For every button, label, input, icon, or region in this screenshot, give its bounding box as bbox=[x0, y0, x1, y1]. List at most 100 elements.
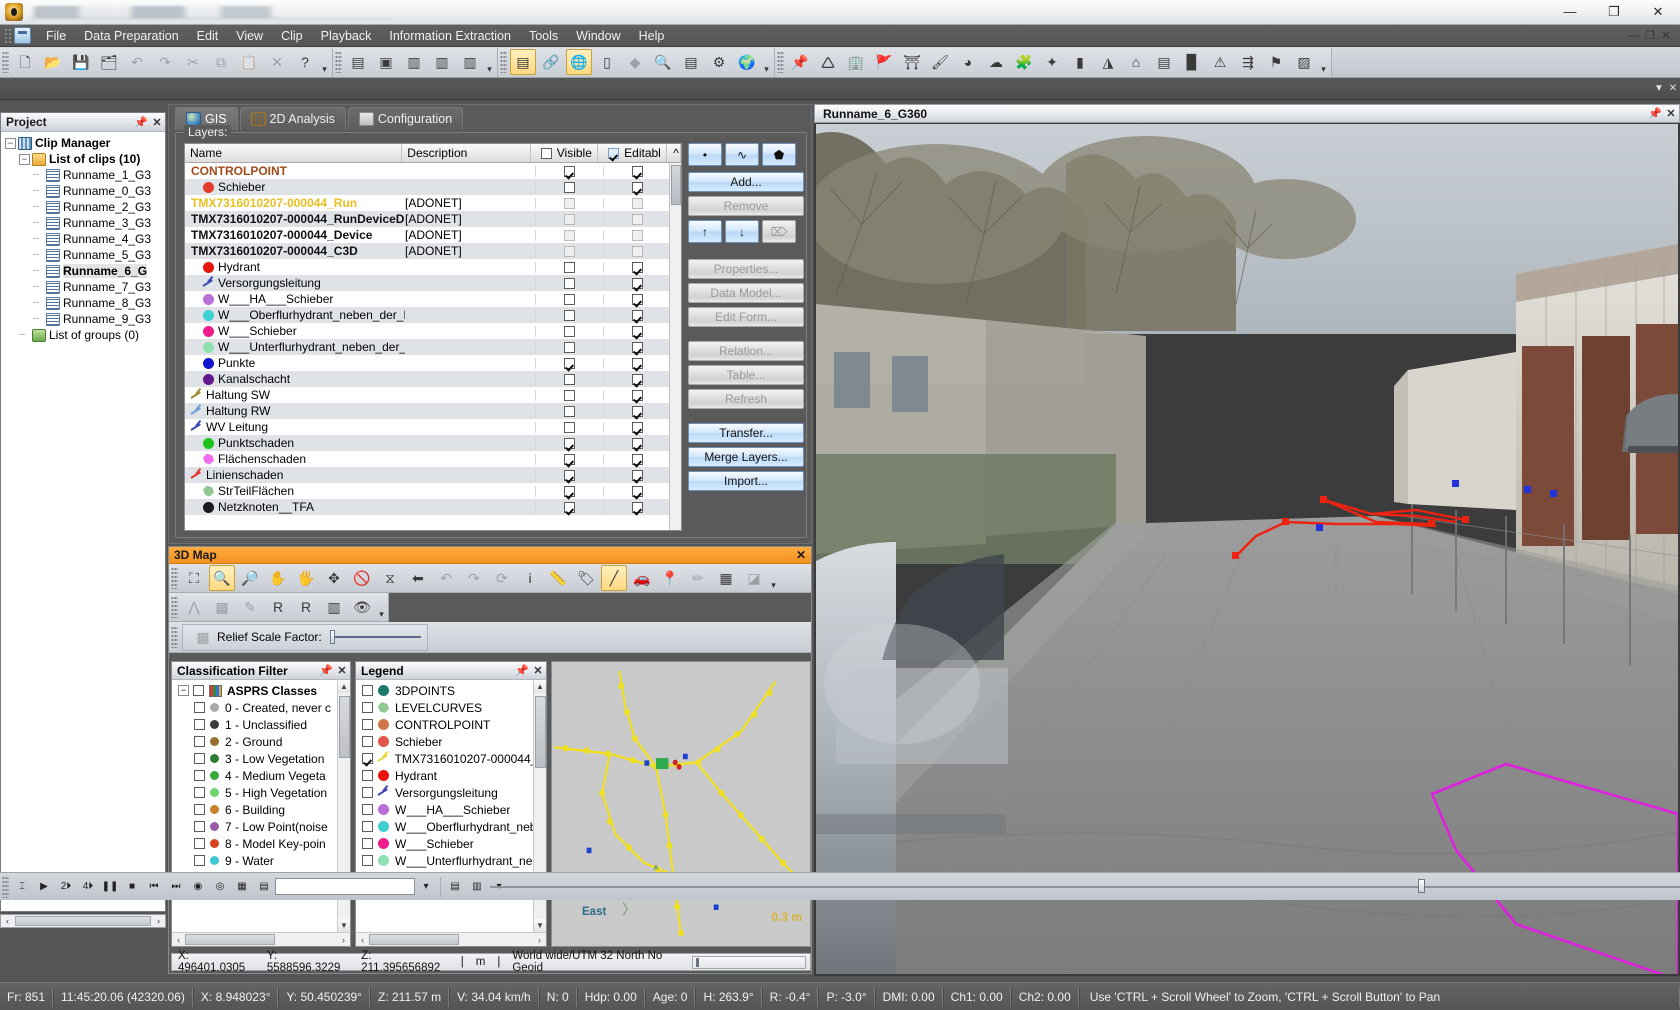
project-horizontal-scrollbar[interactable]: ‹ › bbox=[0, 914, 166, 928]
visible-checkbox[interactable] bbox=[564, 325, 575, 337]
layer-row[interactable]: Versorgungsleitung bbox=[185, 275, 681, 291]
classification-item[interactable]: 1 - Unclassified bbox=[172, 716, 350, 733]
layer-visible-cell[interactable] bbox=[535, 325, 603, 337]
playback-dropdown-icon[interactable]: ▾ bbox=[416, 877, 436, 897]
legend-item[interactable]: CONTROLPOINT bbox=[356, 716, 546, 733]
layer-editable-cell[interactable] bbox=[603, 165, 671, 177]
legend-item[interactable]: W___Unterflurhydrant_neb bbox=[356, 852, 546, 869]
tree-node-list-of-clips[interactable]: − List of clips (10) bbox=[1, 151, 165, 167]
strip-minimize-icon[interactable]: ▼ bbox=[1652, 83, 1666, 94]
tree-expander[interactable]: − bbox=[178, 685, 189, 696]
layer-visible-cell[interactable] bbox=[535, 309, 603, 321]
legend-checkbox[interactable] bbox=[362, 753, 373, 764]
fit-view-icon[interactable]: ⛶ bbox=[181, 565, 207, 591]
legend-item[interactable]: LEVELCURVES bbox=[356, 699, 546, 716]
classification-item[interactable]: 9 - Water bbox=[172, 852, 350, 869]
column-header-editable[interactable]: Editabl bbox=[598, 144, 668, 162]
map3d-viewport[interactable]: North East 0.3 m bbox=[551, 661, 811, 947]
legend-checkbox[interactable] bbox=[362, 804, 373, 815]
visible-checkbox[interactable] bbox=[564, 453, 575, 465]
info-icon[interactable]: i bbox=[517, 565, 543, 591]
open-folder-icon[interactable]: 📂 bbox=[40, 49, 66, 75]
tab-2d-analysis[interactable]: 2D Analysis bbox=[239, 107, 346, 130]
legend-item[interactable]: Versorgungsleitung bbox=[356, 784, 546, 801]
layer-visible-cell[interactable] bbox=[535, 357, 603, 369]
layer-visible-cell[interactable] bbox=[535, 197, 603, 209]
back-arrow-icon[interactable]: ⬅ bbox=[405, 565, 431, 591]
layer-editable-cell[interactable] bbox=[603, 485, 671, 497]
editable-checkbox[interactable] bbox=[632, 405, 643, 417]
legend-item[interactable]: W___Oberflurhydrant_neb bbox=[356, 818, 546, 835]
relief-scale-thumb[interactable] bbox=[329, 630, 335, 644]
layer-row[interactable]: TMX7316010207-000044_Device [ADONET] bbox=[185, 227, 681, 243]
pause-icon[interactable]: ❚❚ bbox=[100, 877, 120, 897]
editable-checkbox[interactable] bbox=[632, 309, 643, 321]
sign-icon[interactable]: 🛆 bbox=[815, 49, 841, 75]
layer-visible-cell[interactable] bbox=[535, 245, 603, 257]
legend-item[interactable]: TMX7316010207-000044_R bbox=[356, 750, 546, 767]
layer-row[interactable]: W___Unterflurhydrant_neben_der_Leitung bbox=[185, 339, 681, 355]
visible-checkbox[interactable] bbox=[564, 373, 575, 385]
layer-name-cell[interactable]: Hydrant bbox=[185, 260, 405, 274]
building-icon[interactable]: 🏢 bbox=[843, 49, 869, 75]
legend-checkbox[interactable] bbox=[362, 787, 373, 798]
link-icon[interactable]: 🔗 bbox=[538, 49, 564, 75]
legend-item[interactable]: Hydrant bbox=[356, 767, 546, 784]
menu-item-help[interactable]: Help bbox=[630, 26, 674, 46]
import-button[interactable]: Import... bbox=[688, 471, 804, 491]
menu-item-file[interactable]: File bbox=[37, 26, 75, 46]
marker-icon[interactable]: ▮ bbox=[1067, 49, 1093, 75]
layer-visible-cell[interactable] bbox=[535, 213, 603, 225]
layer-editable-cell[interactable] bbox=[603, 261, 671, 273]
pin-icon[interactable]: 📌 bbox=[1647, 107, 1663, 120]
grid-icon[interactable]: ▥ bbox=[321, 594, 347, 620]
editable-checkbox[interactable] bbox=[632, 485, 643, 497]
scroll-thumb[interactable] bbox=[15, 916, 151, 926]
editable-checkbox[interactable] bbox=[632, 325, 643, 337]
pin-icon[interactable]: 📌 bbox=[133, 116, 149, 129]
classification-root-item[interactable]: − ASPRS Classes bbox=[172, 682, 350, 699]
legend-checkbox[interactable] bbox=[362, 838, 373, 849]
layers-scroll-thumb[interactable] bbox=[671, 165, 681, 205]
visible-checkbox[interactable] bbox=[564, 485, 575, 497]
add-image-icon[interactable]: ▣ bbox=[373, 49, 399, 75]
layer-row[interactable]: WV Leitung bbox=[185, 419, 681, 435]
playback-timeline-slider[interactable] bbox=[490, 879, 1680, 893]
visible-checkbox[interactable] bbox=[564, 261, 575, 273]
editable-checkbox[interactable] bbox=[632, 229, 643, 241]
tree-node-clip-manager[interactable]: − Clip Manager bbox=[1, 135, 165, 151]
visible-checkbox[interactable] bbox=[564, 277, 575, 289]
mdi-minimize-button[interactable]: — bbox=[1626, 30, 1642, 42]
legend-checkbox[interactable] bbox=[362, 719, 373, 730]
road-sign-icon[interactable]: ⚠ bbox=[1207, 49, 1233, 75]
layer-name-cell[interactable]: W___Unterflurhydrant_neben_der_Leitung bbox=[185, 340, 405, 354]
classification-item[interactable]: 8 - Model Key-poin bbox=[172, 835, 350, 852]
stack-icon[interactable]: ▤ bbox=[1151, 49, 1177, 75]
layer-name-cell[interactable]: TMX7316010207-000044_Device bbox=[185, 228, 405, 242]
layer-visible-cell[interactable] bbox=[535, 421, 603, 433]
rotate-icon[interactable]: ✥ bbox=[321, 565, 347, 591]
cloud-icon[interactable]: ☁ bbox=[983, 49, 1009, 75]
layer-row[interactable]: Punkte bbox=[185, 355, 681, 371]
legend-item[interactable]: 3DPOINTS bbox=[356, 682, 546, 699]
editable-checkbox[interactable] bbox=[632, 261, 643, 273]
tree-node-clip-4[interactable]: ┄ Runname_4_G3 bbox=[1, 231, 165, 247]
editable-checkbox[interactable] bbox=[632, 293, 643, 305]
toolbar-grip[interactable] bbox=[171, 596, 178, 618]
classification-checkbox[interactable] bbox=[194, 821, 205, 832]
puzzle-icon[interactable]: 🧩 bbox=[1011, 49, 1037, 75]
editable-checkbox[interactable] bbox=[632, 469, 643, 481]
tree-node-clip-1[interactable]: ┄ Runname_0_G3 bbox=[1, 183, 165, 199]
visible-checkbox[interactable] bbox=[564, 437, 575, 449]
mdi-close-button[interactable]: ✕ bbox=[1658, 29, 1674, 42]
classification-item[interactable]: 5 - High Vegetation bbox=[172, 784, 350, 801]
next-icon[interactable]: ⏭ bbox=[166, 877, 186, 897]
layer-editable-cell[interactable] bbox=[603, 421, 671, 433]
map-pin-icon[interactable]: 📍 bbox=[657, 565, 683, 591]
visible-checkbox[interactable] bbox=[564, 181, 575, 193]
add-clip-icon[interactable]: ▤ bbox=[345, 49, 371, 75]
editable-checkbox[interactable] bbox=[632, 437, 643, 449]
layer-name-cell[interactable]: Flächenschaden bbox=[185, 452, 405, 466]
scroll-left-icon[interactable]: ‹ bbox=[356, 935, 369, 945]
visible-checkbox[interactable] bbox=[564, 165, 575, 177]
